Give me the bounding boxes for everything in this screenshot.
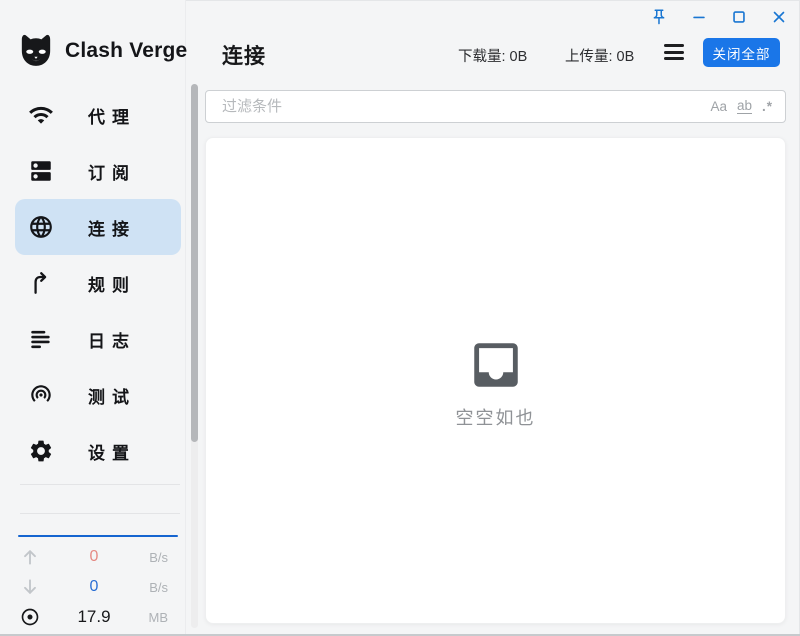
sidebar-item-label: 规则	[88, 271, 136, 296]
sidebar-item-label: 设置	[88, 439, 136, 464]
sidebar-nav: 代理 订阅 连接 规则 日志	[15, 87, 181, 479]
close-icon[interactable]	[770, 8, 788, 26]
close-all-button[interactable]: 关闭全部	[703, 38, 780, 67]
sidebar-item-label: 日志	[88, 327, 136, 352]
filter-bar: Aa ab .*	[205, 90, 786, 123]
upload-speed-row: 0 B/s	[0, 542, 186, 572]
cat-logo-icon	[16, 32, 56, 69]
test-icon	[28, 382, 54, 408]
traffic-total-value: 17.9	[66, 607, 122, 627]
scrollbar-thumb[interactable]	[191, 84, 198, 442]
app-title: Clash Verge	[65, 39, 187, 63]
upload-total-label: 上传量:	[565, 49, 613, 65]
globe-icon	[28, 214, 54, 240]
traffic-graph-top-divider	[20, 513, 180, 514]
sidebar-item-logs[interactable]: 日志	[15, 311, 181, 367]
traffic-total-row: 17.9 MB	[0, 602, 186, 632]
download-total-stat: 下载量:0B	[458, 45, 527, 66]
hamburger-menu-icon[interactable]	[664, 44, 684, 60]
page-title: 连接	[222, 40, 266, 70]
traffic-stats: 0 B/s 0 B/s 17.9 MB	[0, 542, 186, 632]
sidebar-item-label: 代理	[88, 103, 136, 128]
rules-icon	[28, 270, 54, 296]
download-speed-unit: B/s	[122, 580, 168, 595]
filter-options: Aa ab .*	[710, 90, 773, 123]
upload-arrow-icon	[20, 547, 40, 567]
traffic-graph	[18, 535, 178, 537]
wifi-icon	[28, 102, 54, 128]
match-whole-word-icon[interactable]: ab	[737, 99, 752, 115]
traffic-total-icon	[20, 607, 40, 627]
settings-icon	[28, 438, 54, 464]
sidebar: Clash Verge 代理 订阅 连接 规则	[0, 0, 186, 634]
window-controls	[650, 8, 788, 26]
filter-input[interactable]	[205, 90, 786, 123]
download-arrow-icon	[20, 577, 40, 597]
upload-total-stat: 上传量:0B	[565, 45, 634, 66]
scrollbar-track[interactable]	[191, 84, 198, 628]
empty-state-text: 空空如也	[456, 404, 536, 430]
pin-icon[interactable]	[650, 8, 668, 26]
subscription-icon	[28, 158, 54, 184]
sidebar-divider	[20, 484, 180, 485]
upload-speed-value: 0	[66, 548, 122, 566]
sidebar-item-settings[interactable]: 设置	[15, 423, 181, 479]
sidebar-item-connections[interactable]: 连接	[15, 199, 181, 255]
regex-icon[interactable]: .*	[762, 100, 773, 114]
sidebar-item-subscription[interactable]: 订阅	[15, 143, 181, 199]
download-speed-row: 0 B/s	[0, 572, 186, 602]
connections-panel: 空空如也	[205, 137, 786, 624]
download-total-label: 下载量:	[458, 49, 506, 65]
traffic-total-unit: MB	[122, 610, 168, 625]
maximize-icon[interactable]	[730, 8, 748, 26]
download-total-value: 0B	[510, 49, 528, 65]
sidebar-item-test[interactable]: 测试	[15, 367, 181, 423]
logs-icon	[28, 326, 54, 352]
download-speed-value: 0	[66, 578, 122, 596]
sidebar-item-label: 订阅	[88, 159, 136, 184]
sidebar-item-label: 连接	[88, 215, 136, 240]
upload-total-value: 0B	[617, 49, 635, 65]
app-logo: Clash Verge	[16, 32, 187, 69]
upload-speed-unit: B/s	[122, 550, 168, 565]
minimize-icon[interactable]	[690, 8, 708, 26]
sidebar-item-rules[interactable]: 规则	[15, 255, 181, 311]
sidebar-item-label: 测试	[88, 383, 136, 408]
sidebar-item-proxy[interactable]: 代理	[15, 87, 181, 143]
match-case-icon[interactable]: Aa	[710, 100, 727, 114]
inbox-icon	[467, 336, 525, 394]
empty-state: 空空如也	[206, 336, 785, 430]
